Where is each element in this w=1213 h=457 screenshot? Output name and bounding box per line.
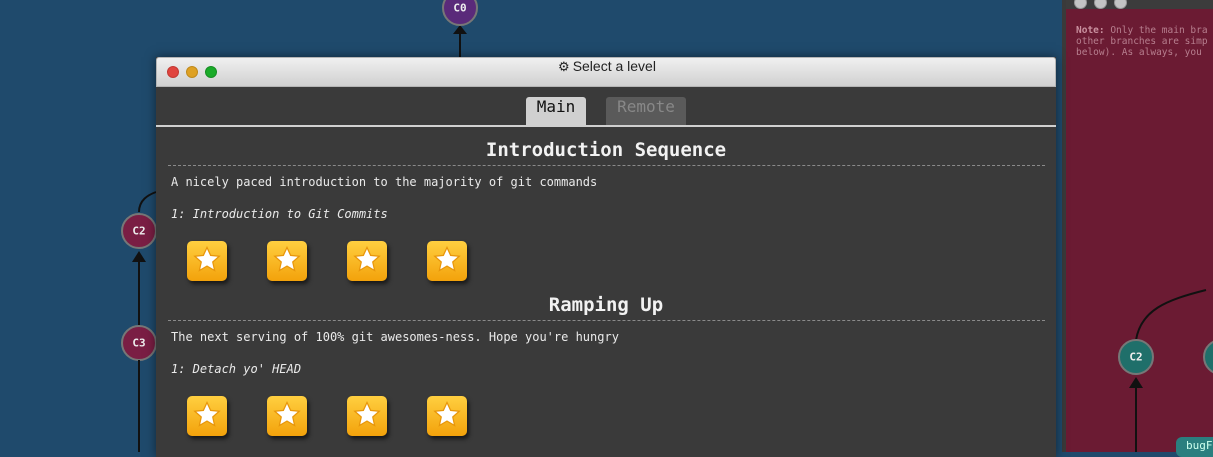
level-1-3-button[interactable] xyxy=(347,241,387,281)
sequence-description: The next serving of 100% git awesomes-ne… xyxy=(171,330,619,344)
level-1-1-button[interactable] xyxy=(187,241,227,281)
star-icon xyxy=(433,401,461,427)
sequence-description: A nicely paced introduction to the major… xyxy=(171,175,598,189)
goal-commit-c2-label: C2 xyxy=(1129,350,1143,364)
level-tabs: Main Remote xyxy=(156,96,1056,126)
level-name: 1: Detach yo' HEAD xyxy=(171,362,302,376)
level-2-2-button[interactable] xyxy=(267,396,307,436)
sequence-title: Ramping Up xyxy=(548,294,664,316)
level-1-2-button[interactable] xyxy=(267,241,307,281)
sequence-list: Introduction Sequence A nicely paced int… xyxy=(156,127,1056,457)
commit-c3-label: C3 xyxy=(132,336,146,350)
commit-c2-label: C2 xyxy=(132,224,146,238)
tab-main[interactable]: Main xyxy=(526,97,586,125)
goal-panel: Note: Only the main bra other branches a… xyxy=(1062,0,1213,457)
commit-c0-label: C0 xyxy=(453,1,467,15)
star-icon xyxy=(273,401,301,427)
level-1-4-button[interactable] xyxy=(427,241,467,281)
star-icon xyxy=(193,246,221,272)
goal-tree xyxy=(1118,289,1213,452)
star-icon xyxy=(353,401,381,427)
tab-remote[interactable]: Remote xyxy=(606,97,686,125)
star-icon xyxy=(433,246,461,272)
sequence-divider xyxy=(168,320,1045,321)
star-icon xyxy=(193,401,221,427)
level-2-1-button[interactable] xyxy=(187,396,227,436)
sequence-title: Introduction Sequence xyxy=(485,139,727,161)
dialog-titlebar: ⚙ Select a level xyxy=(156,57,1056,87)
goal-branch-tag: bugF xyxy=(1176,437,1213,457)
sequence-divider xyxy=(168,165,1045,166)
level-2-3-button[interactable] xyxy=(347,396,387,436)
level-2-4-button[interactable] xyxy=(427,396,467,436)
level-select-dialog: ⚙ Select a level Main Remote Introduction… xyxy=(156,57,1056,457)
dialog-title: ⚙ Select a level xyxy=(558,58,656,74)
level-name: 1: Introduction to Git Commits xyxy=(171,207,388,221)
star-icon xyxy=(273,246,301,272)
gear-icon: ⚙ xyxy=(558,59,570,74)
star-icon xyxy=(353,246,381,272)
